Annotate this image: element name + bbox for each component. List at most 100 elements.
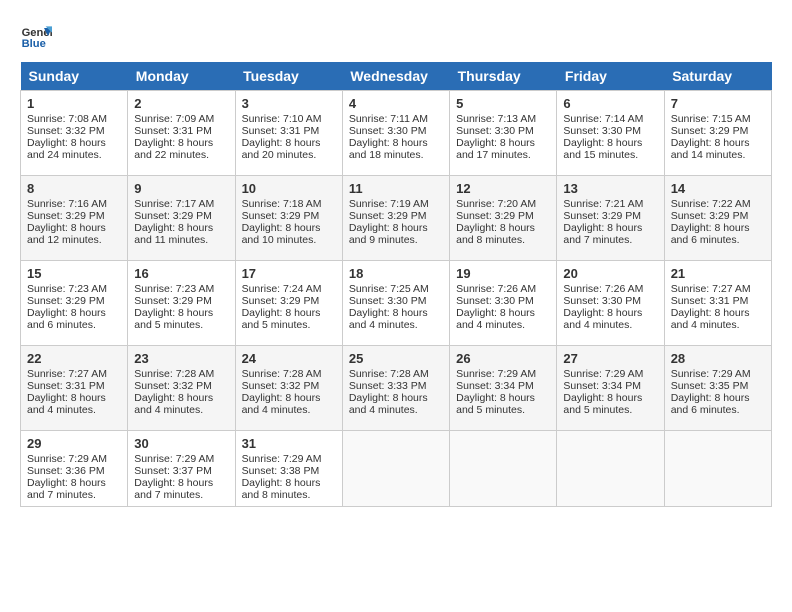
calendar-cell: 1 Sunrise: 7:08 AM Sunset: 3:32 PM Dayli…	[21, 91, 128, 176]
day-number: 4	[349, 96, 443, 111]
sunrise-text: Sunrise: 7:19 AM	[349, 198, 429, 210]
calendar-cell: 31 Sunrise: 7:29 AM Sunset: 3:38 PM Dayl…	[235, 431, 342, 507]
sunset-text: Sunset: 3:32 PM	[27, 125, 105, 137]
day-number: 25	[349, 351, 443, 366]
logo-icon: General Blue	[20, 20, 52, 52]
sunset-text: Sunset: 3:30 PM	[456, 125, 534, 137]
sunset-text: Sunset: 3:37 PM	[134, 465, 212, 477]
col-header-thursday: Thursday	[450, 62, 557, 91]
sunset-text: Sunset: 3:29 PM	[134, 295, 212, 307]
calendar-cell	[557, 431, 664, 507]
sunset-text: Sunset: 3:30 PM	[349, 295, 427, 307]
calendar-cell: 16 Sunrise: 7:23 AM Sunset: 3:29 PM Dayl…	[128, 261, 235, 346]
sunset-text: Sunset: 3:29 PM	[27, 210, 105, 222]
daylight-text: Daylight: 8 hours and 5 minutes.	[456, 392, 535, 416]
day-number: 22	[27, 351, 121, 366]
logo: General Blue	[20, 20, 56, 52]
sunrise-text: Sunrise: 7:23 AM	[27, 283, 107, 295]
day-number: 5	[456, 96, 550, 111]
sunset-text: Sunset: 3:36 PM	[27, 465, 105, 477]
daylight-text: Daylight: 8 hours and 4 minutes.	[349, 307, 428, 331]
sunrise-text: Sunrise: 7:26 AM	[456, 283, 536, 295]
sunrise-text: Sunrise: 7:27 AM	[27, 368, 107, 380]
calendar-cell: 27 Sunrise: 7:29 AM Sunset: 3:34 PM Dayl…	[557, 346, 664, 431]
sunrise-text: Sunrise: 7:22 AM	[671, 198, 751, 210]
calendar-cell: 15 Sunrise: 7:23 AM Sunset: 3:29 PM Dayl…	[21, 261, 128, 346]
daylight-text: Daylight: 8 hours and 17 minutes.	[456, 137, 535, 161]
daylight-text: Daylight: 8 hours and 4 minutes.	[563, 307, 642, 331]
daylight-text: Daylight: 8 hours and 15 minutes.	[563, 137, 642, 161]
daylight-text: Daylight: 8 hours and 10 minutes.	[242, 222, 321, 246]
sunrise-text: Sunrise: 7:28 AM	[349, 368, 429, 380]
calendar-cell: 29 Sunrise: 7:29 AM Sunset: 3:36 PM Dayl…	[21, 431, 128, 507]
sunrise-text: Sunrise: 7:26 AM	[563, 283, 643, 295]
calendar-cell: 11 Sunrise: 7:19 AM Sunset: 3:29 PM Dayl…	[342, 176, 449, 261]
calendar-cell: 2 Sunrise: 7:09 AM Sunset: 3:31 PM Dayli…	[128, 91, 235, 176]
daylight-text: Daylight: 8 hours and 7 minutes.	[27, 477, 106, 501]
calendar-cell: 8 Sunrise: 7:16 AM Sunset: 3:29 PM Dayli…	[21, 176, 128, 261]
day-number: 15	[27, 266, 121, 281]
daylight-text: Daylight: 8 hours and 5 minutes.	[563, 392, 642, 416]
daylight-text: Daylight: 8 hours and 9 minutes.	[349, 222, 428, 246]
calendar-cell: 21 Sunrise: 7:27 AM Sunset: 3:31 PM Dayl…	[664, 261, 771, 346]
sunset-text: Sunset: 3:29 PM	[456, 210, 534, 222]
day-number: 23	[134, 351, 228, 366]
day-number: 28	[671, 351, 765, 366]
day-number: 24	[242, 351, 336, 366]
sunset-text: Sunset: 3:32 PM	[134, 380, 212, 392]
calendar-cell: 17 Sunrise: 7:24 AM Sunset: 3:29 PM Dayl…	[235, 261, 342, 346]
sunrise-text: Sunrise: 7:29 AM	[134, 453, 214, 465]
sunrise-text: Sunrise: 7:18 AM	[242, 198, 322, 210]
sunset-text: Sunset: 3:31 PM	[27, 380, 105, 392]
sunrise-text: Sunrise: 7:16 AM	[27, 198, 107, 210]
daylight-text: Daylight: 8 hours and 20 minutes.	[242, 137, 321, 161]
calendar-cell: 14 Sunrise: 7:22 AM Sunset: 3:29 PM Dayl…	[664, 176, 771, 261]
sunset-text: Sunset: 3:31 PM	[242, 125, 320, 137]
calendar-cell: 18 Sunrise: 7:25 AM Sunset: 3:30 PM Dayl…	[342, 261, 449, 346]
daylight-text: Daylight: 8 hours and 4 minutes.	[349, 392, 428, 416]
daylight-text: Daylight: 8 hours and 7 minutes.	[563, 222, 642, 246]
sunset-text: Sunset: 3:30 PM	[456, 295, 534, 307]
day-number: 27	[563, 351, 657, 366]
daylight-text: Daylight: 8 hours and 7 minutes.	[134, 477, 213, 501]
sunrise-text: Sunrise: 7:29 AM	[456, 368, 536, 380]
sunrise-text: Sunrise: 7:17 AM	[134, 198, 214, 210]
calendar-cell: 25 Sunrise: 7:28 AM Sunset: 3:33 PM Dayl…	[342, 346, 449, 431]
calendar-cell: 4 Sunrise: 7:11 AM Sunset: 3:30 PM Dayli…	[342, 91, 449, 176]
header-row: SundayMondayTuesdayWednesdayThursdayFrid…	[21, 62, 772, 91]
daylight-text: Daylight: 8 hours and 6 minutes.	[671, 222, 750, 246]
sunrise-text: Sunrise: 7:29 AM	[242, 453, 322, 465]
col-header-sunday: Sunday	[21, 62, 128, 91]
sunrise-text: Sunrise: 7:11 AM	[349, 113, 428, 125]
sunset-text: Sunset: 3:29 PM	[134, 210, 212, 222]
sunset-text: Sunset: 3:29 PM	[242, 210, 320, 222]
daylight-text: Daylight: 8 hours and 4 minutes.	[671, 307, 750, 331]
day-number: 18	[349, 266, 443, 281]
day-number: 21	[671, 266, 765, 281]
day-number: 7	[671, 96, 765, 111]
calendar-week-5: 29 Sunrise: 7:29 AM Sunset: 3:36 PM Dayl…	[21, 431, 772, 507]
sunset-text: Sunset: 3:29 PM	[242, 295, 320, 307]
sunrise-text: Sunrise: 7:25 AM	[349, 283, 429, 295]
calendar-cell: 12 Sunrise: 7:20 AM Sunset: 3:29 PM Dayl…	[450, 176, 557, 261]
calendar-cell: 24 Sunrise: 7:28 AM Sunset: 3:32 PM Dayl…	[235, 346, 342, 431]
calendar-cell: 6 Sunrise: 7:14 AM Sunset: 3:30 PM Dayli…	[557, 91, 664, 176]
sunrise-text: Sunrise: 7:15 AM	[671, 113, 751, 125]
col-header-monday: Monday	[128, 62, 235, 91]
day-number: 3	[242, 96, 336, 111]
sunrise-text: Sunrise: 7:09 AM	[134, 113, 214, 125]
sunset-text: Sunset: 3:30 PM	[563, 295, 641, 307]
day-number: 30	[134, 436, 228, 451]
calendar-cell: 22 Sunrise: 7:27 AM Sunset: 3:31 PM Dayl…	[21, 346, 128, 431]
sunset-text: Sunset: 3:35 PM	[671, 380, 749, 392]
calendar-cell: 3 Sunrise: 7:10 AM Sunset: 3:31 PM Dayli…	[235, 91, 342, 176]
daylight-text: Daylight: 8 hours and 4 minutes.	[134, 392, 213, 416]
day-number: 12	[456, 181, 550, 196]
sunset-text: Sunset: 3:29 PM	[671, 125, 749, 137]
sunrise-text: Sunrise: 7:08 AM	[27, 113, 107, 125]
calendar-table: SundayMondayTuesdayWednesdayThursdayFrid…	[20, 62, 772, 507]
day-number: 29	[27, 436, 121, 451]
daylight-text: Daylight: 8 hours and 8 minutes.	[242, 477, 321, 501]
daylight-text: Daylight: 8 hours and 5 minutes.	[134, 307, 213, 331]
calendar-cell	[664, 431, 771, 507]
